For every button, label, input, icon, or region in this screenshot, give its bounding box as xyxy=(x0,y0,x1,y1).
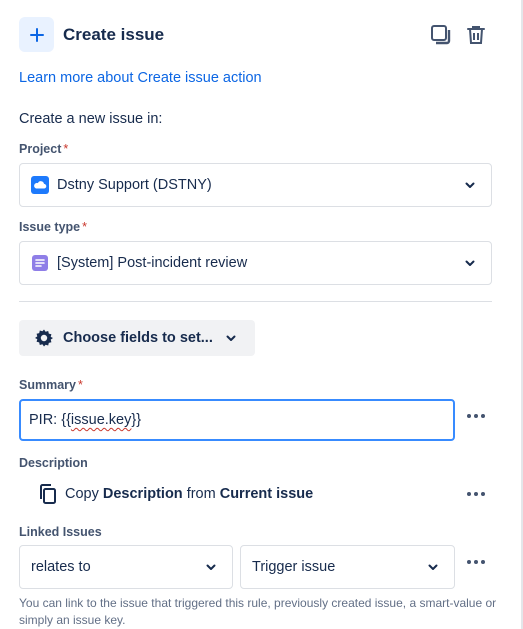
summary-label-text: Summary xyxy=(19,378,76,392)
project-label-text: Project xyxy=(19,142,62,156)
issue-type-select[interactable]: [System] Post-incident review xyxy=(19,241,492,285)
chevron-down-icon xyxy=(427,561,439,573)
linked-issues-more-icon[interactable] xyxy=(463,552,489,572)
project-label: Project * xyxy=(19,142,68,156)
required-mark: * xyxy=(63,142,69,156)
divider xyxy=(19,301,492,302)
chevron-down-icon xyxy=(225,332,237,344)
copy-icon xyxy=(37,483,59,505)
description-source: Current issue xyxy=(219,486,314,502)
create-issue-panel: Create issue Learn more about Create iss… xyxy=(0,0,523,629)
summary-more-icon[interactable] xyxy=(463,406,489,426)
trash-icon[interactable] xyxy=(462,21,490,49)
learn-more-link[interactable]: Learn more about Create issue action xyxy=(19,70,262,86)
copy-icon[interactable] xyxy=(427,21,455,49)
description-label: Description xyxy=(19,456,88,470)
required-mark: * xyxy=(82,220,88,234)
page-title: Create issue xyxy=(63,25,165,44)
plus-icon xyxy=(19,17,54,52)
description-more-icon[interactable] xyxy=(463,484,489,504)
linked-issues-helper-text: You can link to the issue that triggered… xyxy=(19,596,497,627)
gear-icon xyxy=(34,328,54,348)
project-select[interactable]: Dstny Support (DSTNY) xyxy=(19,163,492,207)
issue-type-label: Issue type * xyxy=(19,220,87,234)
summary-value-prefix: PIR: {{ xyxy=(29,412,71,428)
summary-input[interactable]: PIR: {{issue.key}} xyxy=(19,399,455,441)
chevron-down-icon xyxy=(464,179,476,191)
description-copy-text: Copy Description from Current issue xyxy=(65,486,313,502)
link-target-value: Trigger issue xyxy=(252,559,336,575)
summary-value-suffix: }} xyxy=(131,412,142,428)
chevron-down-icon xyxy=(205,561,217,573)
summary-label: Summary * xyxy=(19,378,83,392)
link-target-select[interactable]: Trigger issue xyxy=(240,545,455,589)
required-mark: * xyxy=(77,378,83,392)
header: Create issue xyxy=(19,17,491,53)
linked-issues-label: Linked Issues xyxy=(19,525,102,539)
from-word: from xyxy=(186,486,216,502)
cloud-project-icon xyxy=(31,176,49,194)
project-value: Dstny Support (DSTNY) xyxy=(57,177,212,193)
summary-value-key: issue.key xyxy=(70,412,132,428)
intro-text: Create a new issue in: xyxy=(19,111,163,127)
chevron-down-icon xyxy=(464,257,476,269)
choose-fields-button[interactable]: Choose fields to set... xyxy=(19,320,255,356)
description-field-name: Description xyxy=(102,486,183,502)
issue-type-value: [System] Post-incident review xyxy=(57,255,248,271)
link-type-select[interactable]: relates to xyxy=(19,545,233,589)
link-type-value: relates to xyxy=(31,559,91,575)
choose-fields-label: Choose fields to set... xyxy=(63,330,213,346)
issue-type-label-text: Issue type xyxy=(19,220,81,234)
copy-word: Copy xyxy=(65,486,99,502)
description-copy-row[interactable]: Copy Description from Current issue xyxy=(37,481,313,507)
issue-type-icon xyxy=(31,254,49,272)
